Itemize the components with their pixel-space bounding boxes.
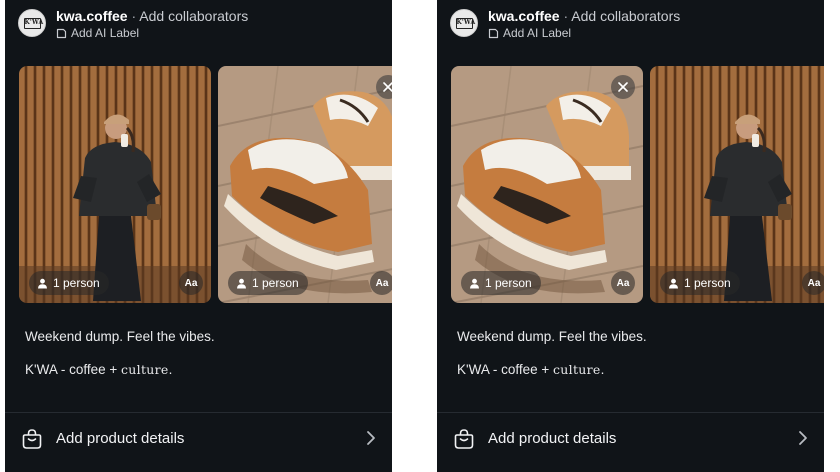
username[interactable]: kwa.coffee	[488, 8, 560, 24]
tag-people-label: 1 person	[684, 276, 731, 290]
add-ai-label-link[interactable]: Add AI Label	[488, 26, 571, 40]
alt-text-button[interactable]: Aa	[802, 271, 824, 295]
person-icon	[38, 278, 47, 288]
tag-people-label: 1 person	[485, 276, 532, 290]
remove-photo-button[interactable]	[611, 75, 635, 99]
person-photo-image	[19, 66, 211, 303]
caption-styled-word: culture	[121, 362, 169, 377]
avatar[interactable]: K'WA	[18, 9, 46, 37]
shopping-bag-icon	[22, 429, 42, 449]
add-product-details-label: Add product details	[488, 430, 617, 447]
caption-line-2[interactable]: K'WA - coffee + culture.	[25, 362, 172, 377]
separator-dot: ·	[131, 8, 137, 24]
person-icon	[470, 278, 479, 288]
ai-label-text: Add AI Label	[71, 26, 140, 40]
brand-logo: K'WA	[23, 17, 43, 29]
username[interactable]: kwa.coffee	[56, 8, 128, 24]
shopping-bag-icon	[454, 429, 474, 449]
alt-text-button[interactable]: Aa	[179, 271, 203, 295]
caption-text: K'WA - coffee +	[25, 362, 121, 377]
tag-people-button[interactable]: 1 person	[660, 271, 740, 295]
post-header: kwa.coffee · Add collaborators	[488, 7, 680, 25]
tag-people-button[interactable]: 1 person	[228, 271, 308, 295]
caption-line-2[interactable]: K'WA - coffee + culture.	[457, 362, 604, 377]
close-icon	[383, 82, 392, 92]
caption-punctuation: .	[600, 362, 605, 377]
post-composer-panel-right: K'WA kwa.coffee · Add collaborators Add …	[437, 0, 824, 472]
photo-card-person[interactable]: 1 person Aa	[19, 66, 211, 303]
add-product-details-label: Add product details	[56, 430, 185, 447]
divider	[437, 412, 824, 413]
add-collaborators-link[interactable]: Add collaborators	[139, 8, 248, 24]
shoes-photo-image	[451, 66, 643, 303]
separator-dot: ·	[563, 8, 569, 24]
alt-text-button[interactable]: Aa	[611, 271, 635, 295]
photo-card-shoes[interactable]: 1 person Aa	[218, 66, 392, 303]
post-header: kwa.coffee · Add collaborators	[56, 7, 248, 25]
person-icon	[237, 278, 246, 288]
caption-punctuation: .	[168, 362, 173, 377]
add-collaborators-link[interactable]: Add collaborators	[571, 8, 680, 24]
ai-label-icon	[56, 28, 67, 38]
chevron-right-icon	[799, 431, 807, 445]
person-photo-image	[650, 66, 824, 303]
brand-logo: K'WA	[455, 17, 475, 29]
tag-people-label: 1 person	[53, 276, 100, 290]
shoes-photo-image	[218, 66, 392, 303]
add-product-details-row[interactable]: Add product details	[437, 416, 824, 462]
ai-label-text: Add AI Label	[503, 26, 572, 40]
add-ai-label-link[interactable]: Add AI Label	[56, 26, 139, 40]
alt-text-button[interactable]: Aa	[370, 271, 392, 295]
person-icon	[669, 278, 678, 288]
photo-card-shoes[interactable]: 1 person Aa	[451, 66, 643, 303]
close-icon	[618, 82, 628, 92]
avatar[interactable]: K'WA	[450, 9, 478, 37]
caption-text: K'WA - coffee +	[457, 362, 553, 377]
add-product-details-row[interactable]: Add product details	[5, 416, 392, 462]
divider	[5, 412, 392, 413]
caption-line-1[interactable]: Weekend dump. Feel the vibes.	[457, 329, 647, 344]
ai-label-icon	[488, 28, 499, 38]
caption-styled-word: culture	[553, 362, 601, 377]
caption-line-1[interactable]: Weekend dump. Feel the vibes.	[25, 329, 215, 344]
tag-people-label: 1 person	[252, 276, 299, 290]
tag-people-button[interactable]: 1 person	[29, 271, 109, 295]
post-composer-panel-left: K'WA kwa.coffee · Add collaborators Add …	[5, 0, 392, 472]
photo-card-person[interactable]: 1 person Aa	[650, 66, 824, 303]
chevron-right-icon	[367, 431, 375, 445]
tag-people-button[interactable]: 1 person	[461, 271, 541, 295]
